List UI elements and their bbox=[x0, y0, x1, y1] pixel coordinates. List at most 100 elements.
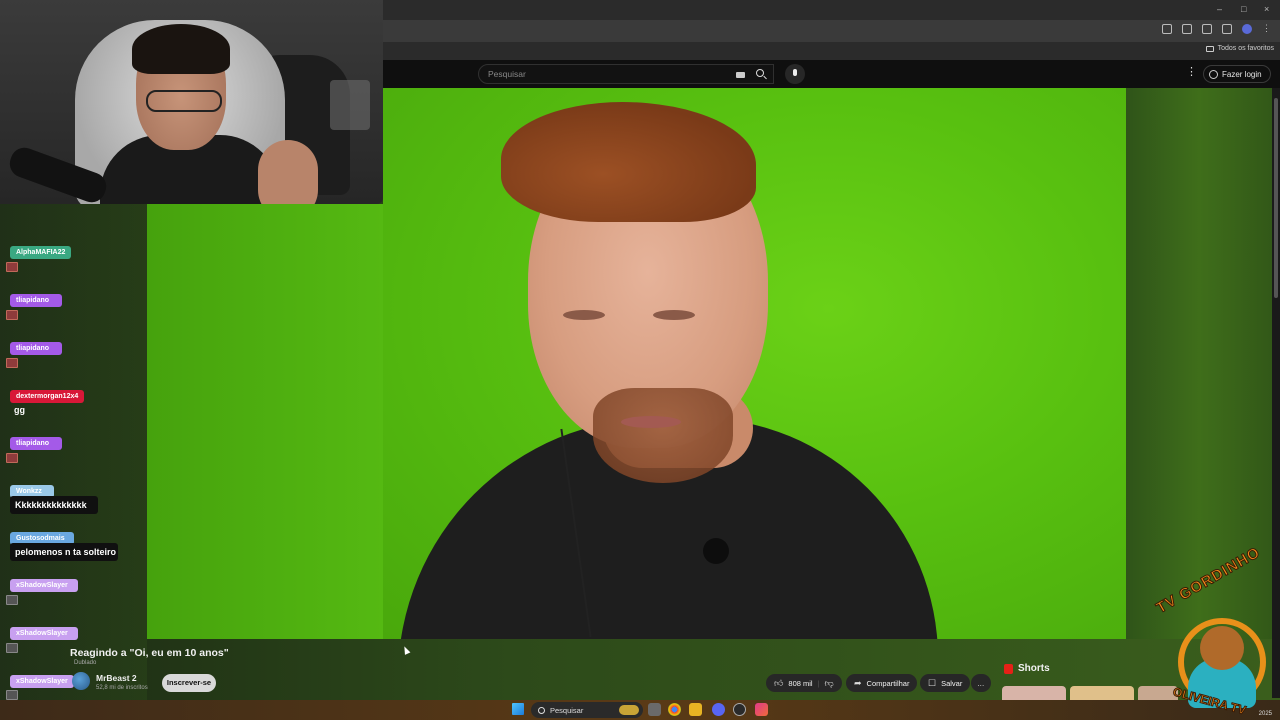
screen: – □ × ⋮ Todos os favoritos Pesquisar ⋮ F… bbox=[0, 0, 1280, 720]
login-button[interactable]: Fazer login bbox=[1203, 65, 1271, 83]
lavalier-mic bbox=[703, 538, 729, 564]
search-placeholder: Pesquisar bbox=[488, 69, 526, 79]
chat-username: AlphaMAFIA22 bbox=[10, 246, 72, 259]
share-icon: ➦ bbox=[854, 677, 862, 688]
shorts-icon bbox=[1004, 664, 1013, 674]
save-button[interactable]: ☐ Salvar bbox=[920, 674, 971, 692]
webcam-feed bbox=[0, 0, 383, 204]
taskbar: Pesquisar 2025 bbox=[0, 700, 1280, 720]
logo-mascot-face bbox=[1200, 626, 1244, 670]
thumbs-down-icon[interactable]: 👎︎ bbox=[825, 678, 834, 689]
chat-username: tliapidano bbox=[10, 342, 62, 355]
emote-icon bbox=[6, 358, 18, 368]
chat-username: tliapidano bbox=[10, 437, 62, 450]
star-icon[interactable] bbox=[1182, 24, 1192, 34]
extensions-icon[interactable] bbox=[1202, 24, 1212, 34]
background-object bbox=[330, 80, 370, 130]
subscribe-button[interactable]: Inscrever-se bbox=[162, 674, 216, 692]
maximize-icon[interactable]: □ bbox=[1241, 4, 1246, 14]
taskbar-search[interactable]: Pesquisar bbox=[531, 702, 643, 718]
search-button[interactable] bbox=[749, 64, 773, 84]
chat-message: xShadowSlayer bbox=[10, 574, 78, 592]
folder-icon bbox=[1205, 45, 1214, 52]
like-button[interactable]: 👍︎ 808 mil | 👎︎ bbox=[766, 674, 842, 692]
app-icon[interactable] bbox=[755, 703, 768, 716]
video-background-left bbox=[147, 204, 383, 639]
short-thumbnail[interactable] bbox=[1070, 686, 1134, 700]
short-thumbnail[interactable] bbox=[1002, 686, 1066, 700]
channel-name[interactable]: MrBeast 2 bbox=[96, 673, 137, 683]
obs-icon[interactable] bbox=[733, 703, 746, 716]
emote-icon bbox=[6, 310, 18, 320]
widget-icon bbox=[619, 705, 639, 715]
person-beard bbox=[593, 388, 733, 483]
taskbar-search-label: Pesquisar bbox=[550, 705, 584, 715]
voice-search-button[interactable] bbox=[785, 64, 805, 84]
chat-message: xShadowSlayer bbox=[10, 622, 78, 640]
scrollbar-thumb[interactable] bbox=[1274, 98, 1278, 298]
bookmark-icon: ☐ bbox=[928, 677, 937, 688]
shorts-heading: Shorts bbox=[1018, 663, 1050, 674]
chat-message: tliapidano bbox=[10, 337, 62, 355]
all-bookmarks-label: Todos os favoritos bbox=[1217, 45, 1274, 52]
browser-toolbar: ⋮ bbox=[383, 20, 1280, 42]
streamer-hair bbox=[132, 24, 230, 74]
more-actions-label: … bbox=[977, 678, 985, 688]
profile-avatar[interactable] bbox=[1242, 24, 1252, 34]
channel-avatar[interactable] bbox=[72, 672, 90, 690]
browser-titlebar: – □ × bbox=[383, 0, 1280, 20]
chat-username: tliapidano bbox=[10, 294, 62, 307]
subscriber-count: 52,8 mi de inscritos bbox=[96, 685, 148, 691]
discord-icon[interactable] bbox=[712, 703, 725, 716]
channel-logo-overlay: TV GORDINHO OLIVEIRA TV bbox=[1153, 543, 1280, 720]
streamer-glasses bbox=[146, 90, 222, 112]
minimize-icon[interactable]: – bbox=[1217, 4, 1222, 14]
close-icon[interactable]: × bbox=[1264, 4, 1269, 14]
person-eye-left bbox=[563, 310, 605, 320]
chat-text: Kkkkkkkkkkkkkk bbox=[15, 500, 87, 510]
like-divider: | bbox=[817, 678, 820, 688]
streamer-arm bbox=[258, 140, 318, 204]
keyboard-icon[interactable] bbox=[736, 72, 745, 78]
cast-icon[interactable] bbox=[1162, 24, 1172, 34]
emote-icon bbox=[6, 595, 18, 605]
chat-text: gg bbox=[14, 405, 25, 415]
video-player[interactable] bbox=[383, 88, 1126, 639]
account-icon bbox=[1209, 69, 1218, 79]
translate-icon[interactable] bbox=[1222, 24, 1232, 34]
start-icon[interactable] bbox=[512, 703, 524, 715]
emote-icon bbox=[6, 262, 18, 272]
menu-icon[interactable]: ⋮ bbox=[1262, 24, 1272, 34]
more-options-icon[interactable]: ⋮ bbox=[1186, 67, 1197, 78]
stream-chat: AlphaMAFIA22 tliapidano tliapidano dexte… bbox=[0, 204, 147, 700]
more-actions-button[interactable]: … bbox=[971, 674, 991, 692]
login-label: Fazer login bbox=[1222, 69, 1262, 79]
save-label: Salvar bbox=[941, 678, 963, 688]
bookmarks-bar: Todos os favoritos bbox=[383, 42, 1280, 60]
search-icon bbox=[538, 706, 545, 714]
chat-message: AlphaMAFIA22 bbox=[10, 241, 72, 259]
share-label: Compartilhar bbox=[866, 678, 910, 688]
chat-message: dextermorgan12x4 bbox=[10, 385, 85, 403]
person-mouth bbox=[621, 416, 681, 428]
chat-message: tliapidano bbox=[10, 432, 62, 450]
dubbed-label: Dublado bbox=[74, 660, 97, 666]
video-title: Reagindo a "Oi, eu em 10 anos" bbox=[70, 647, 229, 659]
chat-text: pelomenos n ta solteiro bbox=[15, 547, 117, 557]
search-icon bbox=[756, 69, 764, 77]
thumbs-up-icon: 👍︎ bbox=[774, 677, 784, 688]
person-hair bbox=[501, 102, 756, 222]
chat-username: dextermorgan12x4 bbox=[10, 390, 85, 403]
file-explorer-icon[interactable] bbox=[689, 703, 702, 716]
video-info-bar: Reagindo a "Oi, eu em 10 anos" Dublado M… bbox=[0, 639, 1272, 700]
task-view-icon[interactable] bbox=[648, 703, 661, 716]
share-button[interactable]: ➦ Compartilhar bbox=[846, 674, 918, 692]
all-bookmarks[interactable]: Todos os favoritos bbox=[1205, 45, 1274, 52]
person-eye-right bbox=[653, 310, 695, 320]
chat-username: xShadowSlayer bbox=[10, 579, 78, 592]
chrome-icon[interactable] bbox=[668, 703, 681, 716]
microphone-icon bbox=[793, 69, 797, 76]
search-input[interactable]: Pesquisar bbox=[478, 64, 774, 84]
like-count: 808 mil bbox=[788, 678, 813, 688]
emote-icon bbox=[6, 453, 18, 463]
